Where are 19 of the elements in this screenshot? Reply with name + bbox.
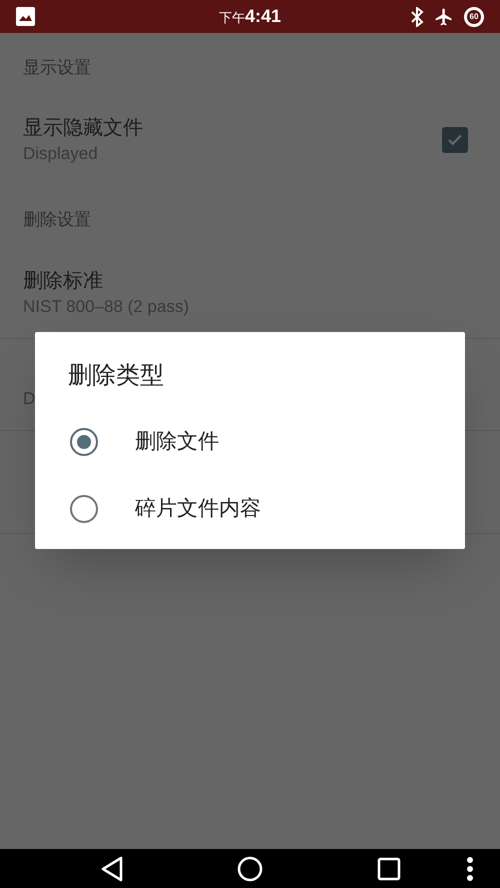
checkbox[interactable] [442,127,468,153]
row-title: 显示隐藏文件 [23,116,144,141]
airplane-icon [434,6,454,26]
back-icon[interactable] [100,856,124,882]
radio-option[interactable]: 删除文件 [35,408,465,475]
radio-option[interactable]: 碎片文件内容 [35,475,465,542]
row-title: 删除标准 [23,268,104,294]
clock: 下午4:41 [218,5,282,28]
section-header: 删除设置 [23,208,91,230]
bluetooth-icon [410,6,424,26]
dialog-title: 删除类型 [68,361,164,391]
battery-indicator: 60 [464,6,484,26]
radio-button[interactable] [70,428,98,456]
home-icon[interactable] [237,856,263,882]
image-icon [16,7,35,26]
recent-apps-icon[interactable] [377,856,401,880]
radio-button[interactable] [70,494,98,522]
more-icon[interactable] [466,856,474,882]
section-header: 显示设置 [23,56,91,78]
